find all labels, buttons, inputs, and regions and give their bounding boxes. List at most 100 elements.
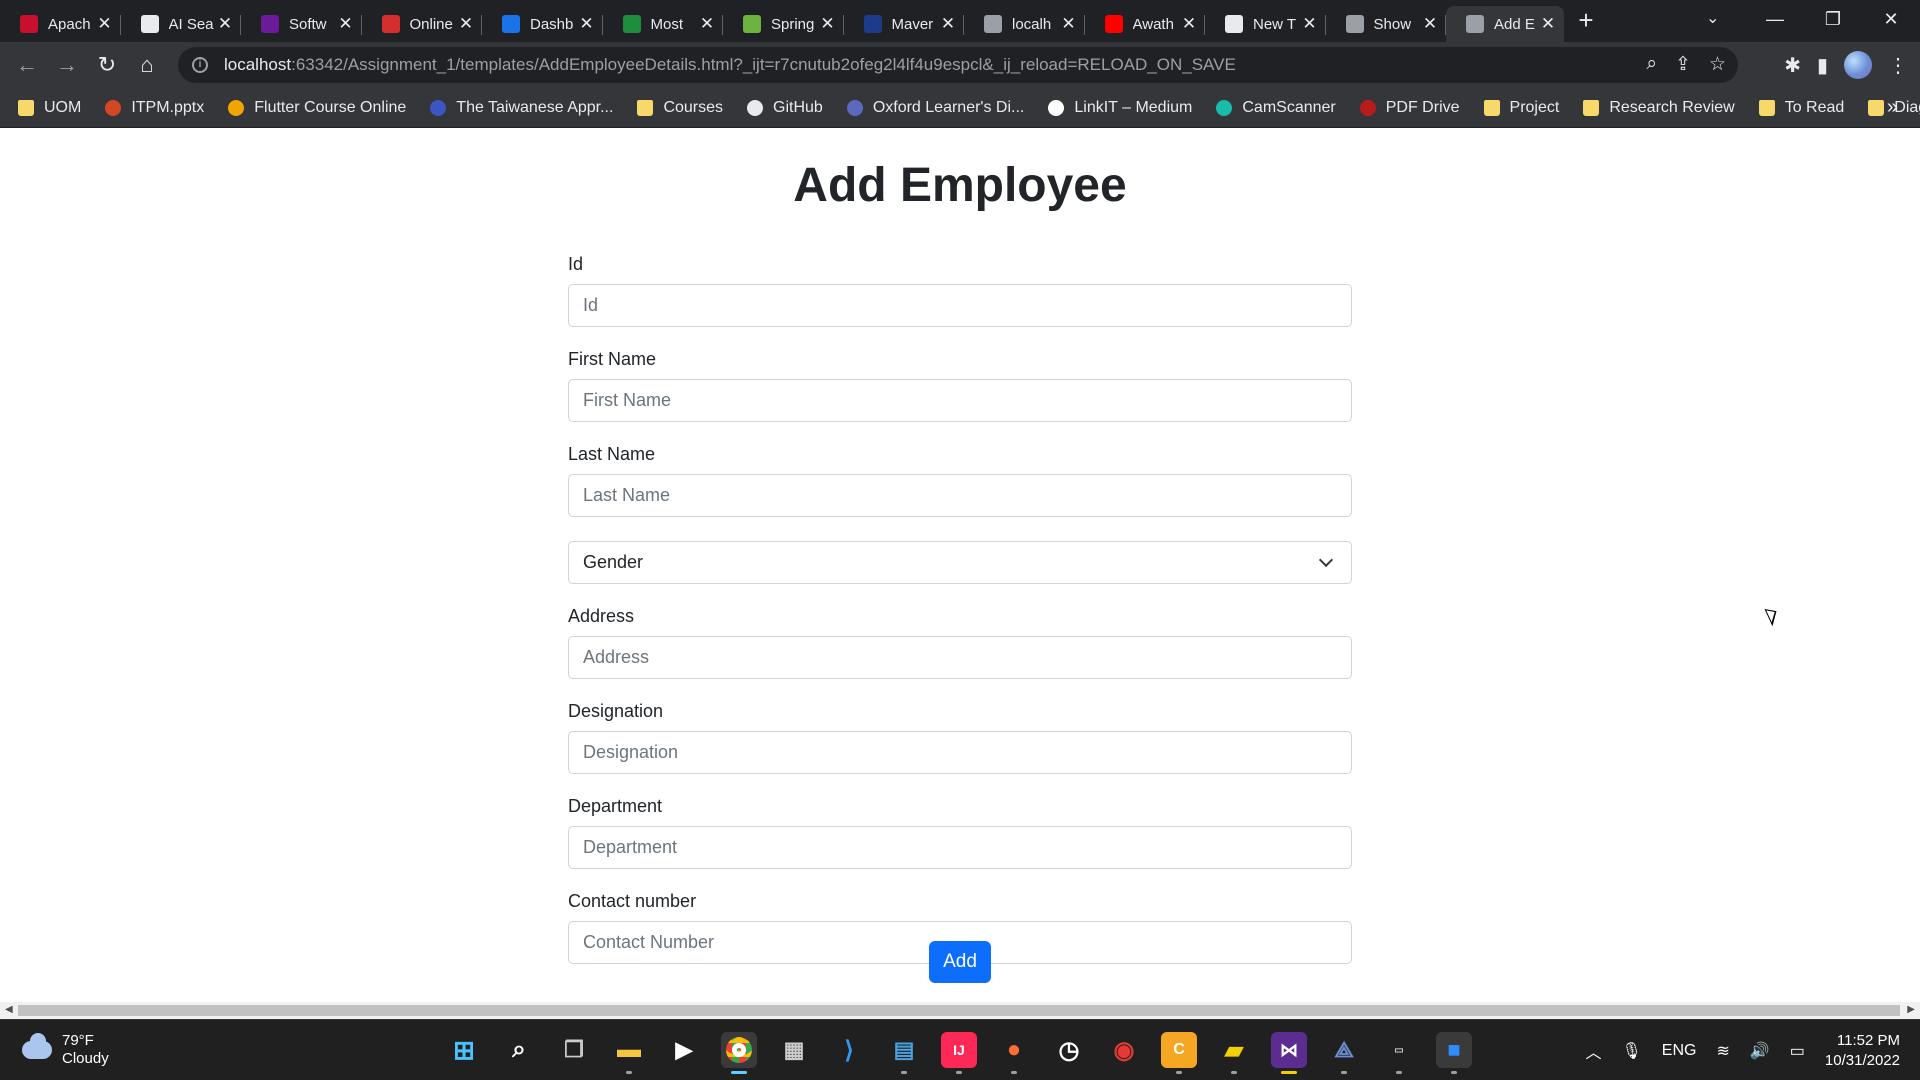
id-input[interactable]	[568, 284, 1352, 327]
chevron-up-icon[interactable]: ︿	[1585, 1039, 1601, 1063]
bookmark-item[interactable]: Oxford Learner's Di...	[846, 99, 1024, 117]
chrome-icon[interactable]	[721, 1032, 757, 1074]
mysql-icon[interactable]: ▭	[1381, 1032, 1417, 1074]
browser-menu-icon[interactable]: ⋮	[1888, 53, 1908, 78]
file-explorer-icon[interactable]: ▬	[611, 1032, 647, 1074]
minimize-button[interactable]: —	[1746, 0, 1804, 42]
forward-arrow-icon[interactable]: →	[47, 52, 87, 78]
more-bookmarks-icon[interactable]: »	[1887, 96, 1898, 119]
browser-tab[interactable]: New T ✕	[1205, 6, 1326, 42]
department-input[interactable]	[568, 826, 1352, 869]
back-arrow-icon[interactable]: ←	[7, 52, 47, 78]
designation-input[interactable]	[568, 731, 1352, 774]
zoom-icon[interactable]: ⌕	[1646, 53, 1657, 76]
visual-studio-icon[interactable]: ⋈	[1271, 1032, 1307, 1074]
language-indicator[interactable]: ENG	[1662, 1042, 1697, 1060]
bookmark-item[interactable]: Project	[1483, 99, 1559, 117]
close-tab-icon[interactable]: ✕	[699, 14, 715, 34]
last-name-input[interactable]	[568, 474, 1352, 517]
calculator-icon[interactable]: ▦	[776, 1032, 812, 1068]
bookmark-item[interactable]: UOM	[18, 99, 81, 117]
sticky-notes-icon[interactable]: ▰	[1216, 1032, 1252, 1074]
close-tab-icon[interactable]: ✕	[338, 14, 354, 34]
task-view-icon[interactable]: ❐	[556, 1032, 592, 1068]
close-tab-icon[interactable]: ✕	[940, 14, 956, 34]
designation-label: Designation	[568, 701, 664, 721]
browser-tab[interactable]: Dashb ✕	[482, 6, 603, 42]
close-tab-icon[interactable]: ✕	[1181, 14, 1197, 34]
close-window-button[interactable]: ✕	[1862, 0, 1920, 42]
first-name-input[interactable]	[568, 379, 1352, 422]
browser-tab[interactable]: Online ✕	[362, 6, 483, 42]
close-tab-icon[interactable]: ✕	[820, 14, 836, 34]
browser-tab[interactable]: localh ✕	[964, 6, 1085, 42]
battery-icon[interactable]: ▭	[1790, 1041, 1805, 1061]
browser-tab[interactable]: Softw ✕	[241, 6, 362, 42]
bookmark-star-icon[interactable]: ☆	[1709, 53, 1726, 76]
speaker-icon[interactable]: 🔊	[1750, 1041, 1770, 1061]
network-tool-icon[interactable]: ⟁	[1326, 1032, 1362, 1074]
bookmark-item[interactable]: LinkIT – Medium	[1048, 99, 1192, 117]
new-tab-button[interactable]: +	[1564, 0, 1608, 42]
gender-select[interactable]: Gender	[568, 541, 1352, 584]
pdf-app-icon[interactable]: C	[1161, 1032, 1197, 1074]
close-tab-icon[interactable]: ✕	[1422, 14, 1438, 34]
vscode-icon[interactable]: ⟩	[831, 1032, 867, 1068]
bookmark-item[interactable]: PDF Drive	[1359, 99, 1460, 117]
browser-tab[interactable]: Spring ✕	[723, 6, 844, 42]
close-tab-icon[interactable]: ✕	[579, 14, 595, 34]
reload-icon[interactable]: ↻	[87, 52, 127, 78]
bookmark-item[interactable]: Research Review	[1583, 99, 1735, 117]
notepad-icon[interactable]: ▤	[886, 1032, 922, 1074]
add-button[interactable]: Add	[929, 941, 991, 983]
postman-icon[interactable]: ●	[996, 1032, 1032, 1074]
close-tab-icon[interactable]: ✕	[217, 14, 233, 34]
media-player-icon[interactable]: ▶	[666, 1032, 702, 1068]
restore-button[interactable]: ❐	[1804, 0, 1862, 42]
address-input[interactable]	[568, 636, 1352, 679]
close-tab-icon[interactable]: ✕	[458, 14, 474, 34]
close-tab-icon[interactable]: ✕	[97, 14, 113, 34]
bookmark-item[interactable]: To Read	[1758, 99, 1844, 117]
browser-tab[interactable]: Maver ✕	[844, 6, 965, 42]
address-bar[interactable]: i localhost:63342/Assignment_1/templates…	[178, 47, 1738, 83]
scroll-left-arrow-icon[interactable]: ◀	[5, 1004, 13, 1015]
close-tab-icon[interactable]: ✕	[1061, 14, 1077, 34]
profile-avatar[interactable]	[1844, 51, 1872, 79]
browser-tab[interactable]: Show ✕	[1326, 6, 1447, 42]
side-panel-icon[interactable]: ▮	[1817, 53, 1828, 78]
bookmark-item[interactable]: GitHub	[747, 99, 823, 117]
intellij-icon[interactable]: IJ	[941, 1032, 977, 1074]
url-text[interactable]: localhost:63342/Assignment_1/templates/A…	[224, 55, 1236, 75]
bookmark-item[interactable]: The Taiwanese Appr...	[430, 99, 613, 117]
close-tab-icon[interactable]: ✕	[1302, 14, 1318, 34]
clock-app-icon[interactable]: ◷	[1051, 1032, 1087, 1068]
bookmark-item[interactable]: Courses	[637, 99, 723, 117]
close-tab-icon[interactable]: ✕	[1540, 14, 1556, 34]
search-icon[interactable]: ⌕	[501, 1032, 537, 1068]
browser-tab[interactable]: Awath ✕	[1085, 6, 1206, 42]
tab-title: Dashb	[530, 15, 574, 33]
browser-tab[interactable]: Most ✕	[603, 6, 724, 42]
scrollbar-thumb[interactable]	[18, 1005, 1900, 1016]
screen-recorder-icon[interactable]: ◉	[1106, 1032, 1142, 1068]
zoom-app-icon[interactable]: ■	[1436, 1032, 1472, 1074]
site-info-icon[interactable]: i	[192, 57, 208, 73]
wifi-icon[interactable]: ≋	[1716, 1041, 1729, 1061]
share-icon[interactable]: ⇪	[1675, 53, 1691, 76]
bookmark-item[interactable]: Flutter Course Online	[228, 99, 406, 117]
browser-tab[interactable]: AI Sea ✕	[121, 6, 242, 42]
home-icon[interactable]: ⌂	[127, 52, 167, 78]
browser-tab[interactable]: Add E ✕	[1446, 6, 1564, 42]
bookmark-item[interactable]: CamScanner	[1216, 99, 1336, 117]
scroll-right-arrow-icon[interactable]: ▶	[1907, 1004, 1915, 1015]
extensions-puzzle-icon[interactable]: ✱	[1784, 53, 1801, 78]
horizontal-scrollbar[interactable]: ◀ ▶	[0, 1002, 1920, 1019]
clock[interactable]: 11:52 PM 10/31/2022	[1825, 1031, 1900, 1071]
microphone-icon[interactable]: 🎙	[1621, 1041, 1641, 1061]
bookmark-item[interactable]: ITPM.pptx	[105, 99, 204, 117]
tab-search-chevron-icon[interactable]: ⌄	[1706, 8, 1719, 28]
windows-start-icon[interactable]: ⊞	[446, 1032, 482, 1068]
browser-tab[interactable]: Apach ✕	[0, 6, 121, 42]
weather-widget[interactable]: 79°F Cloudy	[22, 1032, 109, 1068]
